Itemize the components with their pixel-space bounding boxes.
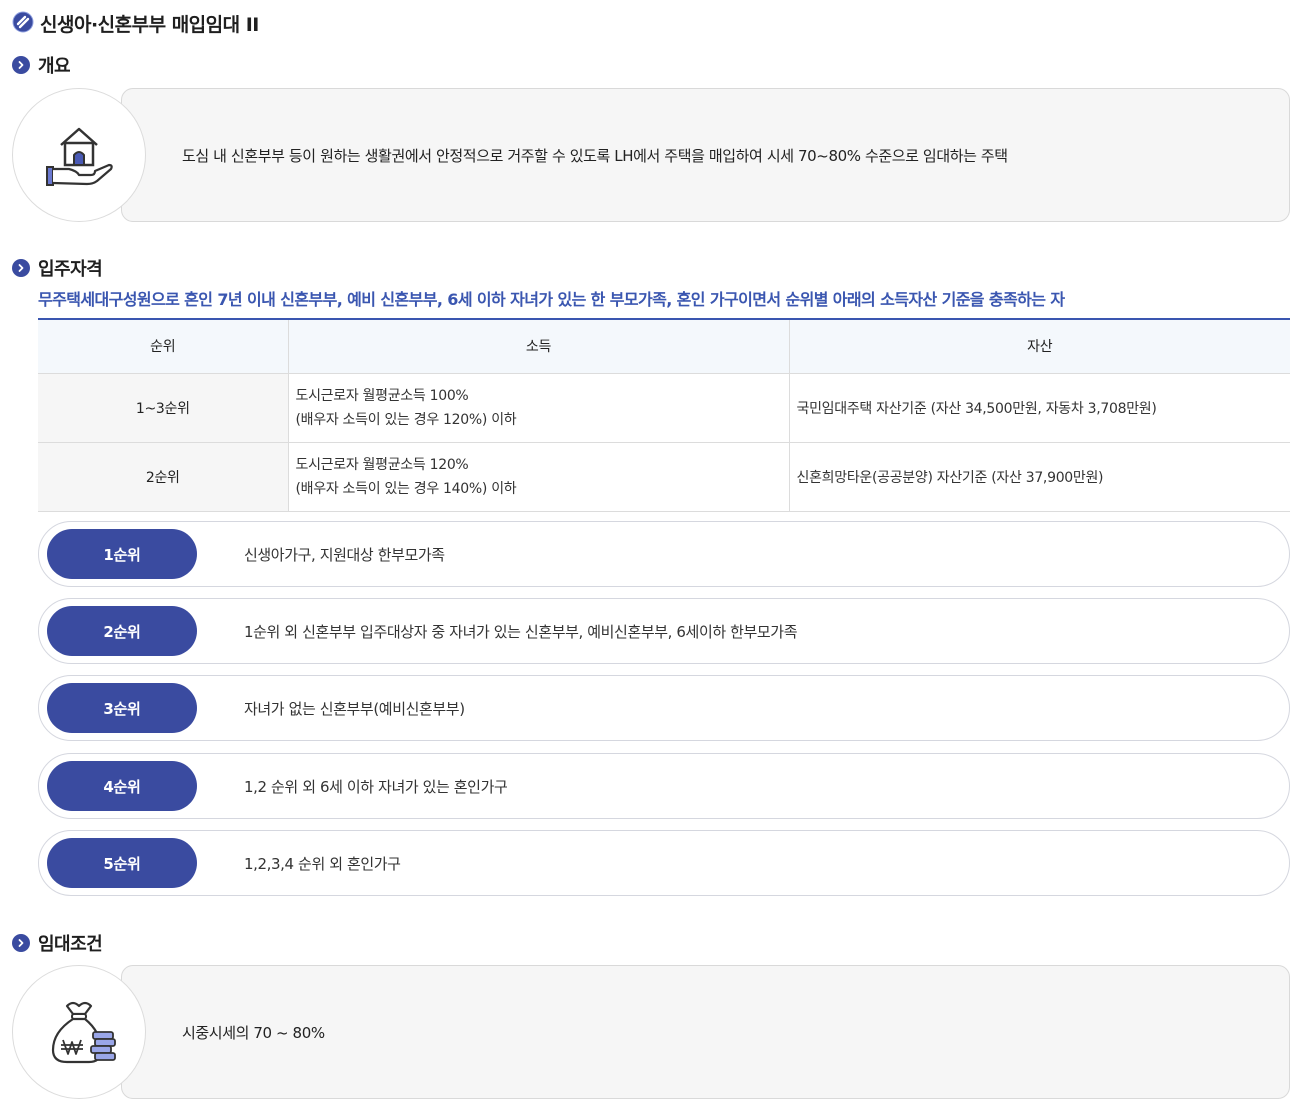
rank-badge: 3순위 (47, 683, 197, 733)
rank-badge: 2순위 (47, 606, 197, 656)
rank-description: 자녀가 없는 신혼부부(예비신혼부부) (244, 699, 465, 718)
asset-cell: 신혼희망타운(공공분양) 자산기준 (자산 37,900만원) (788, 442, 1290, 512)
chevron-right-icon (12, 934, 30, 952)
overview-box: 도심 내 신혼부부 등이 원하는 생활권에서 안정적으로 거주할 수 있도록 L… (121, 88, 1290, 222)
overview-text: 도심 내 신혼부부 등이 원하는 생활권에서 안정적으로 거주할 수 있도록 L… (182, 146, 1008, 165)
rank-item-4: 4순위 1,2 순위 외 6세 이하 자녀가 있는 혼인가구 (38, 753, 1290, 819)
rent-box: 시중시세의 70 ~ 80% (121, 965, 1290, 1099)
eligibility-heading: 입주자격 (12, 255, 103, 281)
income-line: (배우자 소득이 있는 경우 140%) 이하 (295, 480, 517, 497)
eligibility-subtitle: 무주택세대구성원으로 혼인 7년 이내 신혼부부, 예비 신혼부부, 6세 이하… (38, 290, 1065, 309)
income-line: 도시근로자 월평균소득 100% (295, 387, 469, 404)
rank-cell: 1~3순위 (38, 373, 288, 443)
table-row: 1~3순위 도시근로자 월평균소득 100% (배우자 소득이 있는 경우 12… (38, 373, 1290, 443)
rank-badge: 1순위 (47, 529, 197, 579)
rent-heading: 임대조건 (12, 930, 103, 956)
rank-badge: 5순위 (47, 838, 197, 888)
link-title-icon (12, 11, 34, 37)
rank-cell: 2순위 (38, 442, 288, 512)
table-header-row: 순위 소득 자산 (38, 318, 1290, 374)
header-rank: 순위 (38, 318, 288, 374)
page-title-text: 신생아·신혼부부 매입임대 II (40, 14, 259, 36)
table-row: 2순위 도시근로자 월평균소득 120% (배우자 소득이 있는 경우 140%… (38, 442, 1290, 512)
rank-description: 1,2,3,4 순위 외 혼인가구 (244, 854, 401, 873)
rank-item-3: 3순위 자녀가 없는 신혼부부(예비신혼부부) (38, 675, 1290, 741)
rank-item-2: 2순위 1순위 외 신혼부부 입주대상자 중 자녀가 있는 신혼부부, 예비신혼… (38, 598, 1290, 664)
criteria-table: 순위 소득 자산 1~3순위 도시근로자 월평균소득 100% (배우자 소득이… (38, 318, 1290, 512)
header-income: 소득 (287, 318, 789, 374)
overview-heading: 개요 (12, 52, 71, 78)
rank-item-5: 5순위 1,2,3,4 순위 외 혼인가구 (38, 830, 1290, 896)
income-line: (배우자 소득이 있는 경우 120%) 이하 (295, 411, 517, 428)
rank-badge: 4순위 (47, 761, 197, 811)
rank-item-1: 1순위 신생아가구, 지원대상 한부모가족 (38, 521, 1290, 587)
rent-text: 시중시세의 70 ~ 80% (182, 1023, 325, 1042)
header-asset: 자산 (788, 318, 1290, 374)
chevron-right-icon (12, 259, 30, 277)
income-cell: 도시근로자 월평균소득 100% (배우자 소득이 있는 경우 120%) 이하 (287, 373, 789, 443)
asset-cell: 국민임대주택 자산기준 (자산 34,500만원, 자동차 3,708만원) (788, 373, 1290, 443)
house-in-hand-icon (12, 88, 146, 222)
chevron-right-icon (12, 56, 30, 74)
income-cell: 도시근로자 월평균소득 120% (배우자 소득이 있는 경우 140%) 이하 (287, 442, 789, 512)
money-bag-coins-icon (12, 965, 146, 1099)
page-title: 신생아·신혼부부 매입임대 II (12, 10, 259, 37)
rank-description: 1순위 외 신혼부부 입주대상자 중 자녀가 있는 신혼부부, 예비신혼부부, … (244, 622, 798, 641)
rank-description: 신생아가구, 지원대상 한부모가족 (244, 545, 445, 564)
income-line: 도시근로자 월평균소득 120% (295, 456, 469, 473)
rank-description: 1,2 순위 외 6세 이하 자녀가 있는 혼인가구 (244, 777, 508, 796)
